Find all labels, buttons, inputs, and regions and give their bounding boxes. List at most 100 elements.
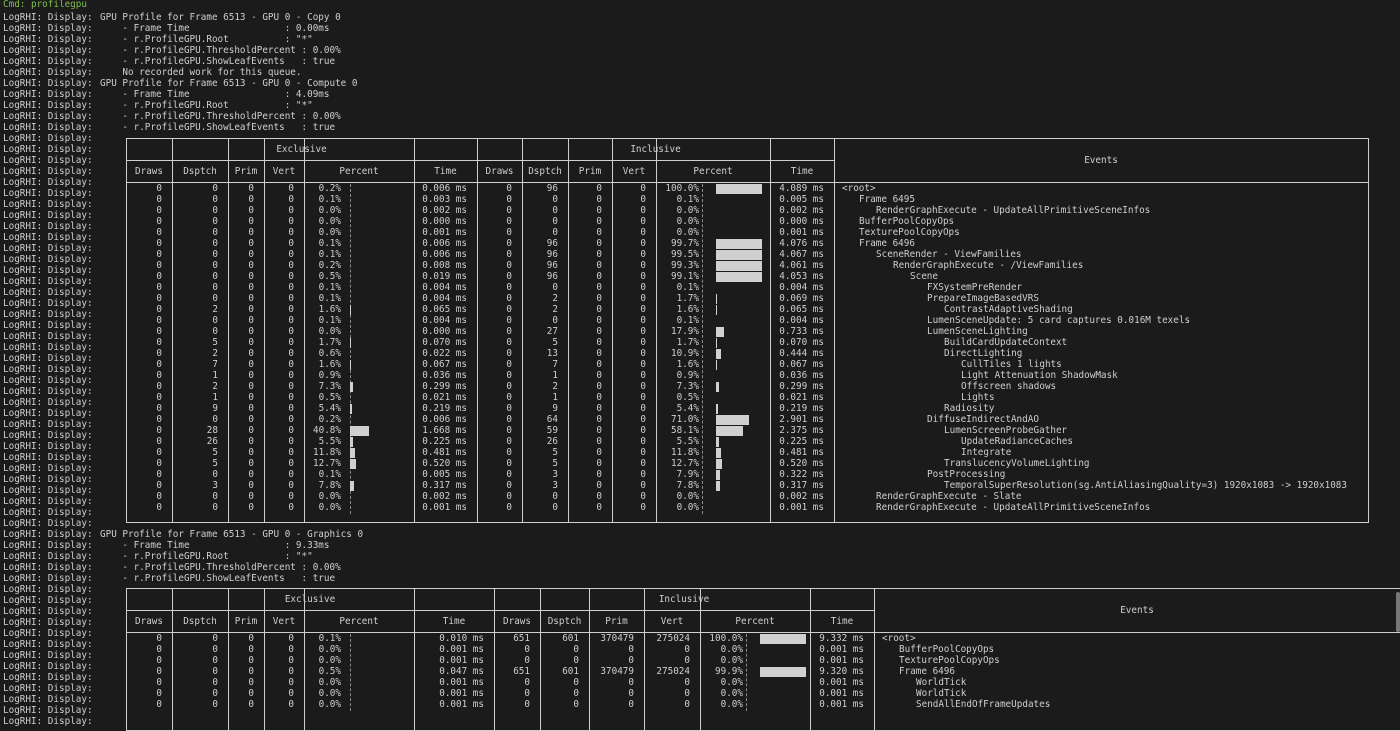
excl-cell: 0: [248, 666, 254, 677]
event-name: TranslucencyVolumeLighting: [944, 458, 1090, 469]
excl-cell: 0.008 ms: [422, 260, 467, 271]
incl-cell: 0: [596, 414, 602, 425]
excl-cell: 0: [248, 633, 254, 644]
incl-percent: 0.0%: [720, 655, 743, 666]
excl-percent: 0.0%: [318, 502, 341, 513]
excl-cell: 0.481 ms: [422, 447, 467, 458]
scrollbar-thumb[interactable]: [1396, 592, 1400, 632]
excl-cell: 0: [212, 260, 218, 271]
incl-cell: 2: [552, 381, 558, 392]
log-prefix: LogRHI: Display:: [3, 243, 93, 254]
excl-cell: 0: [248, 337, 254, 348]
excl-cell: 0: [212, 282, 218, 293]
excl-cell: 0: [288, 677, 294, 688]
excl-cell: 0: [248, 699, 254, 710]
excl-cell: 0: [156, 348, 162, 359]
incl-cell: 59: [546, 425, 558, 436]
excl-cell: 0: [248, 194, 254, 205]
log-prefix: LogRHI: Display:: [3, 496, 93, 507]
excl-cell: 0.001 ms: [439, 644, 484, 655]
incl-cell: 0: [640, 282, 646, 293]
excl-cell: 0: [156, 436, 162, 447]
incl-cell: 0: [640, 304, 646, 315]
incl-cell: 0: [684, 677, 690, 688]
excl-cell: 0: [248, 271, 254, 282]
incl-cell: 0: [596, 238, 602, 249]
excl-percent: 0.5%: [318, 666, 341, 677]
excl-cell: 0: [288, 436, 294, 447]
incl-cell: 0: [596, 447, 602, 458]
excl-cell: 0: [156, 337, 162, 348]
excl-cell: 0: [156, 403, 162, 414]
incl-cell: 0: [628, 677, 634, 688]
excl-cell: 0: [156, 699, 162, 710]
column-header: Prim: [234, 616, 258, 627]
incl-cell: 0: [596, 315, 602, 326]
excl-cell: 0.000 ms: [422, 216, 467, 227]
incl-cell: 0: [524, 688, 530, 699]
log-prefix: LogRHI: Display:: [3, 254, 93, 265]
incl-cell: 0: [506, 447, 512, 458]
incl-cell: 0: [552, 282, 558, 293]
incl-bar: [716, 448, 721, 458]
incl-cell: 0: [524, 677, 530, 688]
excl-cell: 0: [248, 249, 254, 260]
excl-cell: 0: [212, 677, 218, 688]
incl-percent: 0.0%: [720, 644, 743, 655]
excl-cell: 2: [212, 381, 218, 392]
log-prefix: LogRHI: Display:: [3, 298, 93, 309]
excl-cell: 0: [212, 699, 218, 710]
incl-cell: 0: [596, 469, 602, 480]
excl-cell: 0.004 ms: [422, 315, 467, 326]
incl-percent: 5.4%: [676, 403, 699, 414]
event-name: LumenScreenProbeGather: [944, 425, 1068, 436]
excl-cell: 0: [288, 348, 294, 359]
incl-cell: 0: [640, 238, 646, 249]
excl-cell: 0.019 ms: [422, 271, 467, 282]
log-prefix: LogRHI: Display:: [3, 12, 93, 23]
incl-cell: 0: [640, 436, 646, 447]
excl-cell: 0: [248, 326, 254, 337]
incl-cell: 0: [596, 282, 602, 293]
incl-cell: 0: [506, 326, 512, 337]
incl-percent: 99.5%: [671, 249, 699, 260]
log-prefix: LogRHI: Display:: [3, 144, 93, 155]
log-prefix: LogRHI: Display:: [3, 375, 93, 386]
inclusive-header: Inclusive: [658, 594, 710, 605]
log-prefix: LogRHI: Display:: [3, 232, 93, 243]
incl-percent: 0.0%: [676, 205, 699, 216]
incl-percent: 0.0%: [676, 216, 699, 227]
excl-cell: 0: [212, 249, 218, 260]
log-prefix: LogRHI: Display:: [3, 56, 93, 67]
incl-percent: 0.0%: [676, 491, 699, 502]
excl-cell: 0: [212, 414, 218, 425]
event-name: BufferPoolCopyOps: [899, 644, 995, 655]
incl-cell: 9: [552, 403, 558, 414]
log-prefix: LogRHI: Display:: [3, 177, 93, 188]
excl-cell: 0: [248, 491, 254, 502]
incl-cell: 0: [573, 644, 579, 655]
excl-cell: 0: [288, 688, 294, 699]
excl-cell: 0: [248, 183, 254, 194]
incl-cell: 0: [596, 260, 602, 271]
log-text: - r.ProfileGPU.ThresholdPercent : 0.00%: [100, 45, 341, 56]
excl-cell: 0: [288, 699, 294, 710]
log-prefix: LogRHI: Display:: [3, 518, 93, 529]
incl-cell: 0: [573, 688, 579, 699]
excl-cell: 0: [156, 458, 162, 469]
log-prefix: LogRHI: Display:: [3, 320, 93, 331]
excl-cell: 0: [288, 414, 294, 425]
excl-cell: 0: [156, 381, 162, 392]
excl-percent: 0.0%: [318, 216, 341, 227]
incl-cell: 4.076 ms: [779, 238, 824, 249]
excl-cell: 0.067 ms: [422, 359, 467, 370]
event-name: RenderGraphExecute - Slate: [876, 491, 1022, 502]
incl-cell: 0.001 ms: [819, 644, 864, 655]
excl-cell: 0: [156, 205, 162, 216]
excl-cell: 0: [248, 458, 254, 469]
incl-cell: 0.317 ms: [779, 480, 824, 491]
event-name: LumenSceneLighting: [927, 326, 1028, 337]
incl-cell: 0: [552, 502, 558, 513]
column-header: Percent: [693, 166, 733, 177]
incl-cell: 0: [596, 205, 602, 216]
